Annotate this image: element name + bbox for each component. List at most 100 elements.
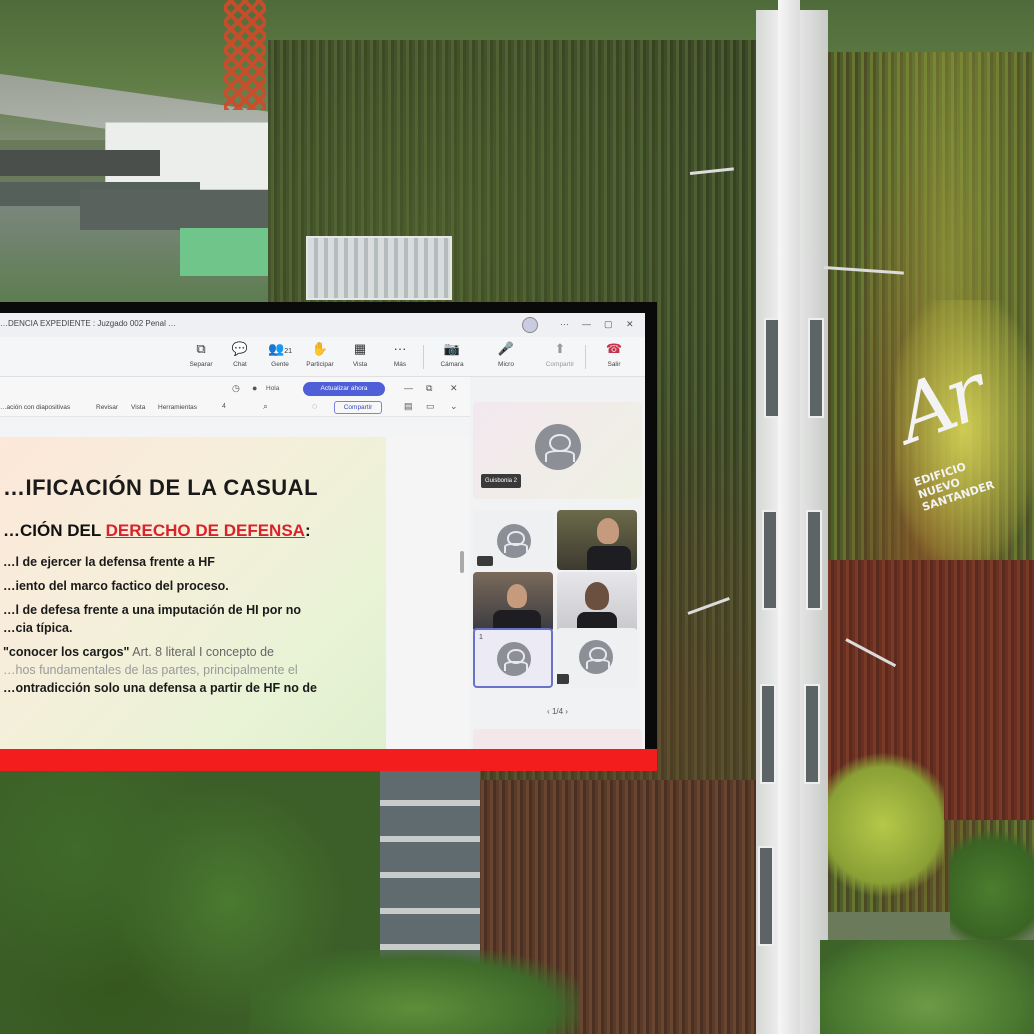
menu-view[interactable]: Vista (131, 404, 145, 411)
more-button[interactable]: ··· Más (383, 341, 417, 368)
more-icon: ··· (393, 341, 407, 356)
user-greeting: Hola (266, 385, 280, 392)
page-indicator: 1/4 (551, 707, 564, 716)
name-tag (477, 556, 493, 566)
mic-button[interactable]: 🎤 Micro (489, 341, 523, 368)
participant-tile[interactable] (557, 628, 637, 688)
separate-label: Separar (189, 361, 213, 368)
minimize-icon[interactable]: — (582, 319, 591, 329)
participant-tile-featured[interactable]: Guisbonia 2 (473, 402, 642, 499)
participant-video-tile[interactable] (473, 572, 553, 632)
column-window (806, 510, 822, 610)
leave-label: Salir (607, 361, 621, 368)
column-window (758, 846, 774, 946)
hedge (822, 750, 944, 900)
toolbar-divider (423, 345, 424, 369)
share-button[interactable]: ⬆ Compartir (543, 341, 577, 368)
trees-right (820, 940, 1034, 1034)
share-label: Compartir (545, 361, 575, 368)
quote-rest: Art. 8 literal I concepto de (129, 645, 275, 659)
mic-label: Micro (498, 361, 514, 368)
logo-mark: Ar (885, 348, 993, 462)
chevron-down-icon[interactable]: ⌄ (450, 401, 458, 412)
white-pipe (778, 0, 800, 1034)
search-icon[interactable]: ⌕ (263, 401, 268, 412)
window-title: …DENCIA EXPEDIENTE : Juzgado 002 Penal … (0, 319, 177, 328)
people-icon: 👥21 (263, 341, 297, 357)
mic-icon: 🎤 (497, 341, 515, 356)
slide-margin (386, 437, 470, 749)
quote-bold: "conocer los cargos" (3, 645, 130, 659)
slide-line: …cia típica. (3, 621, 73, 635)
update-now-button[interactable]: Actualizar ahora (303, 382, 385, 396)
menu-slideshow[interactable]: …ación con diapositivas (0, 404, 70, 411)
account-icon[interactable]: ● (252, 383, 257, 393)
restore-doc-icon[interactable]: ⧉ (426, 383, 432, 394)
shed-roof (0, 150, 160, 176)
participant-video-tile[interactable] (557, 572, 637, 632)
separate-button[interactable]: ⧉ Separar (184, 341, 218, 368)
maximize-icon[interactable]: ▢ (604, 319, 613, 330)
participant-tile[interactable] (473, 510, 553, 570)
participant-video-tile[interactable] (557, 510, 637, 570)
minimize-doc-icon[interactable]: — (404, 383, 413, 393)
participants-gallery: Guisbonia 2 1 ‹ 1/4 › (470, 377, 645, 749)
resize-handle[interactable] (460, 551, 464, 573)
red-border-strip (0, 749, 657, 771)
leave-button[interactable]: ☎ Salir (597, 341, 631, 368)
toolbar-divider (585, 345, 586, 369)
chevron-left-icon[interactable]: ‹ (547, 707, 550, 716)
grid-icon[interactable]: ▤ (404, 401, 413, 412)
people-button[interactable]: 👥21 Gente (263, 341, 297, 368)
people-glyph: 👥 (268, 341, 285, 356)
raise-hand-button[interactable]: ✋ Participar (303, 341, 337, 368)
subtitle-prefix: …CIÓN DEL (3, 521, 106, 540)
avatar (535, 424, 581, 470)
comment-icon[interactable]: ◌ (312, 401, 317, 411)
compartir-button[interactable]: Compartir (334, 401, 382, 414)
building-logo: Ar EDIFICIO NUEVO SANTANDER (885, 349, 1018, 520)
message-icon[interactable]: ▭ (426, 401, 435, 412)
chevron-right-icon[interactable]: › (565, 707, 568, 716)
tree-right (950, 820, 1034, 960)
history-icon[interactable]: ◷ (232, 383, 240, 394)
participant-face (507, 584, 527, 608)
chat-label: Chat (233, 361, 247, 368)
user-avatar[interactable] (522, 317, 538, 333)
participant-tile[interactable] (473, 729, 642, 749)
title-bar: …DENCIA EXPEDIENTE : Juzgado 002 Penal …… (0, 313, 645, 337)
menu-tools[interactable]: Herramientas (158, 404, 197, 411)
close-icon[interactable]: ✕ (626, 319, 634, 330)
gallery-pager: ‹ 1/4 › (470, 707, 645, 716)
slide-line: …l de defesa frente a una imputación de … (3, 603, 301, 617)
participant-face (585, 582, 609, 610)
shed-roof (80, 190, 285, 230)
hang-up-icon: ☎ (605, 341, 623, 356)
close-doc-icon[interactable]: ✕ (450, 383, 458, 394)
slide-line: …ontradicción solo una defensa a partir … (3, 681, 317, 695)
zoom-value[interactable]: 4 (222, 403, 226, 410)
subtitle-highlight: DERECHO DE DEFENSA (105, 521, 305, 540)
people-label: Gente (271, 361, 289, 368)
column-window (808, 318, 824, 418)
avatar (497, 642, 531, 676)
trees-bottom (250, 950, 580, 1034)
slide-line: …iento del marco factico del proceso. (3, 579, 229, 593)
view-button[interactable]: ▦ Vista (343, 341, 377, 368)
avatar (579, 640, 613, 674)
column-window (760, 684, 776, 784)
column-window (804, 684, 820, 784)
avatar (497, 524, 531, 558)
chat-button[interactable]: 💬 Chat (223, 341, 257, 368)
name-tag (557, 674, 569, 684)
slide-quote-line: "conocer los cargos" Art. 8 literal I co… (3, 645, 274, 659)
participant-name: Guisbonia 2 (481, 474, 522, 488)
self-badge: 1 (479, 634, 483, 641)
more-icon[interactable]: ··· (560, 319, 569, 329)
share-icon: ⬆ (554, 341, 566, 356)
self-tile[interactable]: 1 (473, 628, 553, 688)
building-window-strip (306, 236, 452, 300)
menu-review[interactable]: Revisar (96, 404, 118, 411)
camera-button[interactable]: 📷 Cámara (435, 341, 469, 368)
view-label: Vista (352, 361, 368, 368)
